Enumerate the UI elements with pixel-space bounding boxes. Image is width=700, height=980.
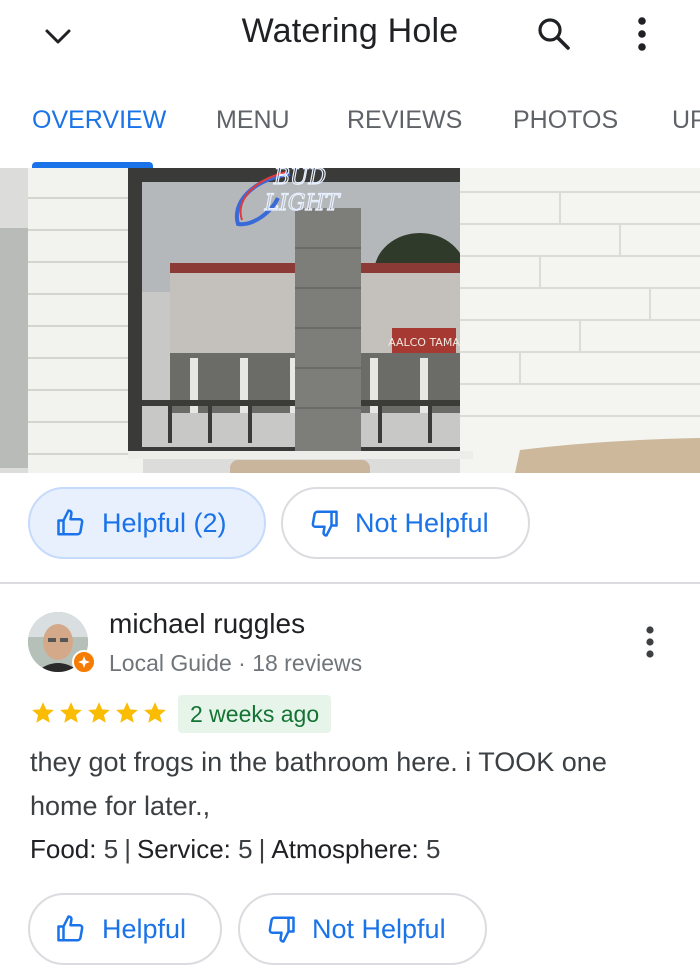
rating-food-label: Food: [30, 834, 97, 864]
tab-overview[interactable]: OVERVIEW [32, 106, 166, 135]
more-vert-icon [638, 17, 646, 51]
rating-separator: | [258, 834, 266, 864]
star-icon [60, 702, 82, 723]
rating-atmosphere-value: 5 [426, 834, 441, 864]
review-more-options-button[interactable] [628, 620, 672, 664]
star-icon [32, 702, 54, 723]
more-options-button[interactable] [620, 12, 664, 56]
top-app-bar: Watering Hole [0, 0, 700, 72]
tab-updates[interactable]: UP [672, 106, 700, 135]
helpful-count-label: Helpful (2) [102, 507, 227, 538]
tab-reviews[interactable]: REVIEWS [347, 106, 462, 135]
review-photo[interactable]: AALCO TAMA BUD LIGHT [0, 168, 700, 473]
sub-ratings: Food: 5 | Service: 5 | Atmosphere: 5 [30, 834, 440, 865]
review-text: they got frogs in the bathroom here. i T… [30, 747, 607, 821]
rating-food-value: 5 [103, 834, 119, 864]
rating-atmosphere-label: Atmosphere: [271, 834, 419, 864]
not-helpful-label: Not Helpful [312, 913, 446, 944]
reviewer-meta: Local Guide · 18 reviews [109, 650, 362, 677]
star-rating [30, 700, 168, 726]
storefront-photo-image: AALCO TAMA BUD LIGHT [0, 168, 700, 473]
neon-sign-text-bud: BUD [273, 168, 327, 190]
helpful-label: Helpful [102, 913, 187, 944]
rating-service-label: Service: [136, 834, 231, 864]
more-vert-icon [646, 626, 654, 658]
thumb-up-icon [56, 508, 86, 538]
thumb-down-icon [266, 914, 296, 944]
helpful-button-selected[interactable]: Helpful (2) [28, 487, 266, 559]
reviewer-role: Local Guide [109, 650, 232, 676]
storefront-sign-text: AALCO TAMA [388, 336, 460, 349]
not-helpful-button[interactable]: Not Helpful [238, 893, 487, 965]
star-icon [88, 702, 110, 723]
not-helpful-label: Not Helpful [355, 507, 489, 538]
tab-photos[interactable]: PHOTOS [513, 106, 618, 135]
review-time-badge: 2 weeks ago [178, 695, 332, 733]
local-guide-badge-icon [72, 650, 96, 674]
thumb-up-icon [56, 914, 86, 944]
tab-bar: OVERVIEW MENU REVIEWS PHOTOS UP [0, 96, 700, 168]
meta-separator: · [231, 650, 253, 676]
star-icon [116, 702, 138, 723]
neon-sign-text-light: LIGHT [264, 191, 342, 216]
rating-service-value: 5 [238, 834, 253, 864]
reviewer-review-count: 18 reviews [252, 650, 363, 676]
place-title: Watering Hole [241, 12, 459, 50]
search-icon [538, 18, 570, 50]
helpful-button[interactable]: Helpful [28, 893, 222, 965]
section-divider [0, 582, 700, 584]
star-icon [144, 702, 166, 723]
reviewer-name[interactable]: michael ruggles [109, 608, 305, 640]
tab-menu[interactable]: MENU [216, 106, 290, 135]
not-helpful-button[interactable]: Not Helpful [281, 487, 530, 559]
search-button[interactable] [532, 14, 576, 54]
rating-separator: | [124, 834, 131, 864]
thumb-down-icon [309, 508, 339, 538]
